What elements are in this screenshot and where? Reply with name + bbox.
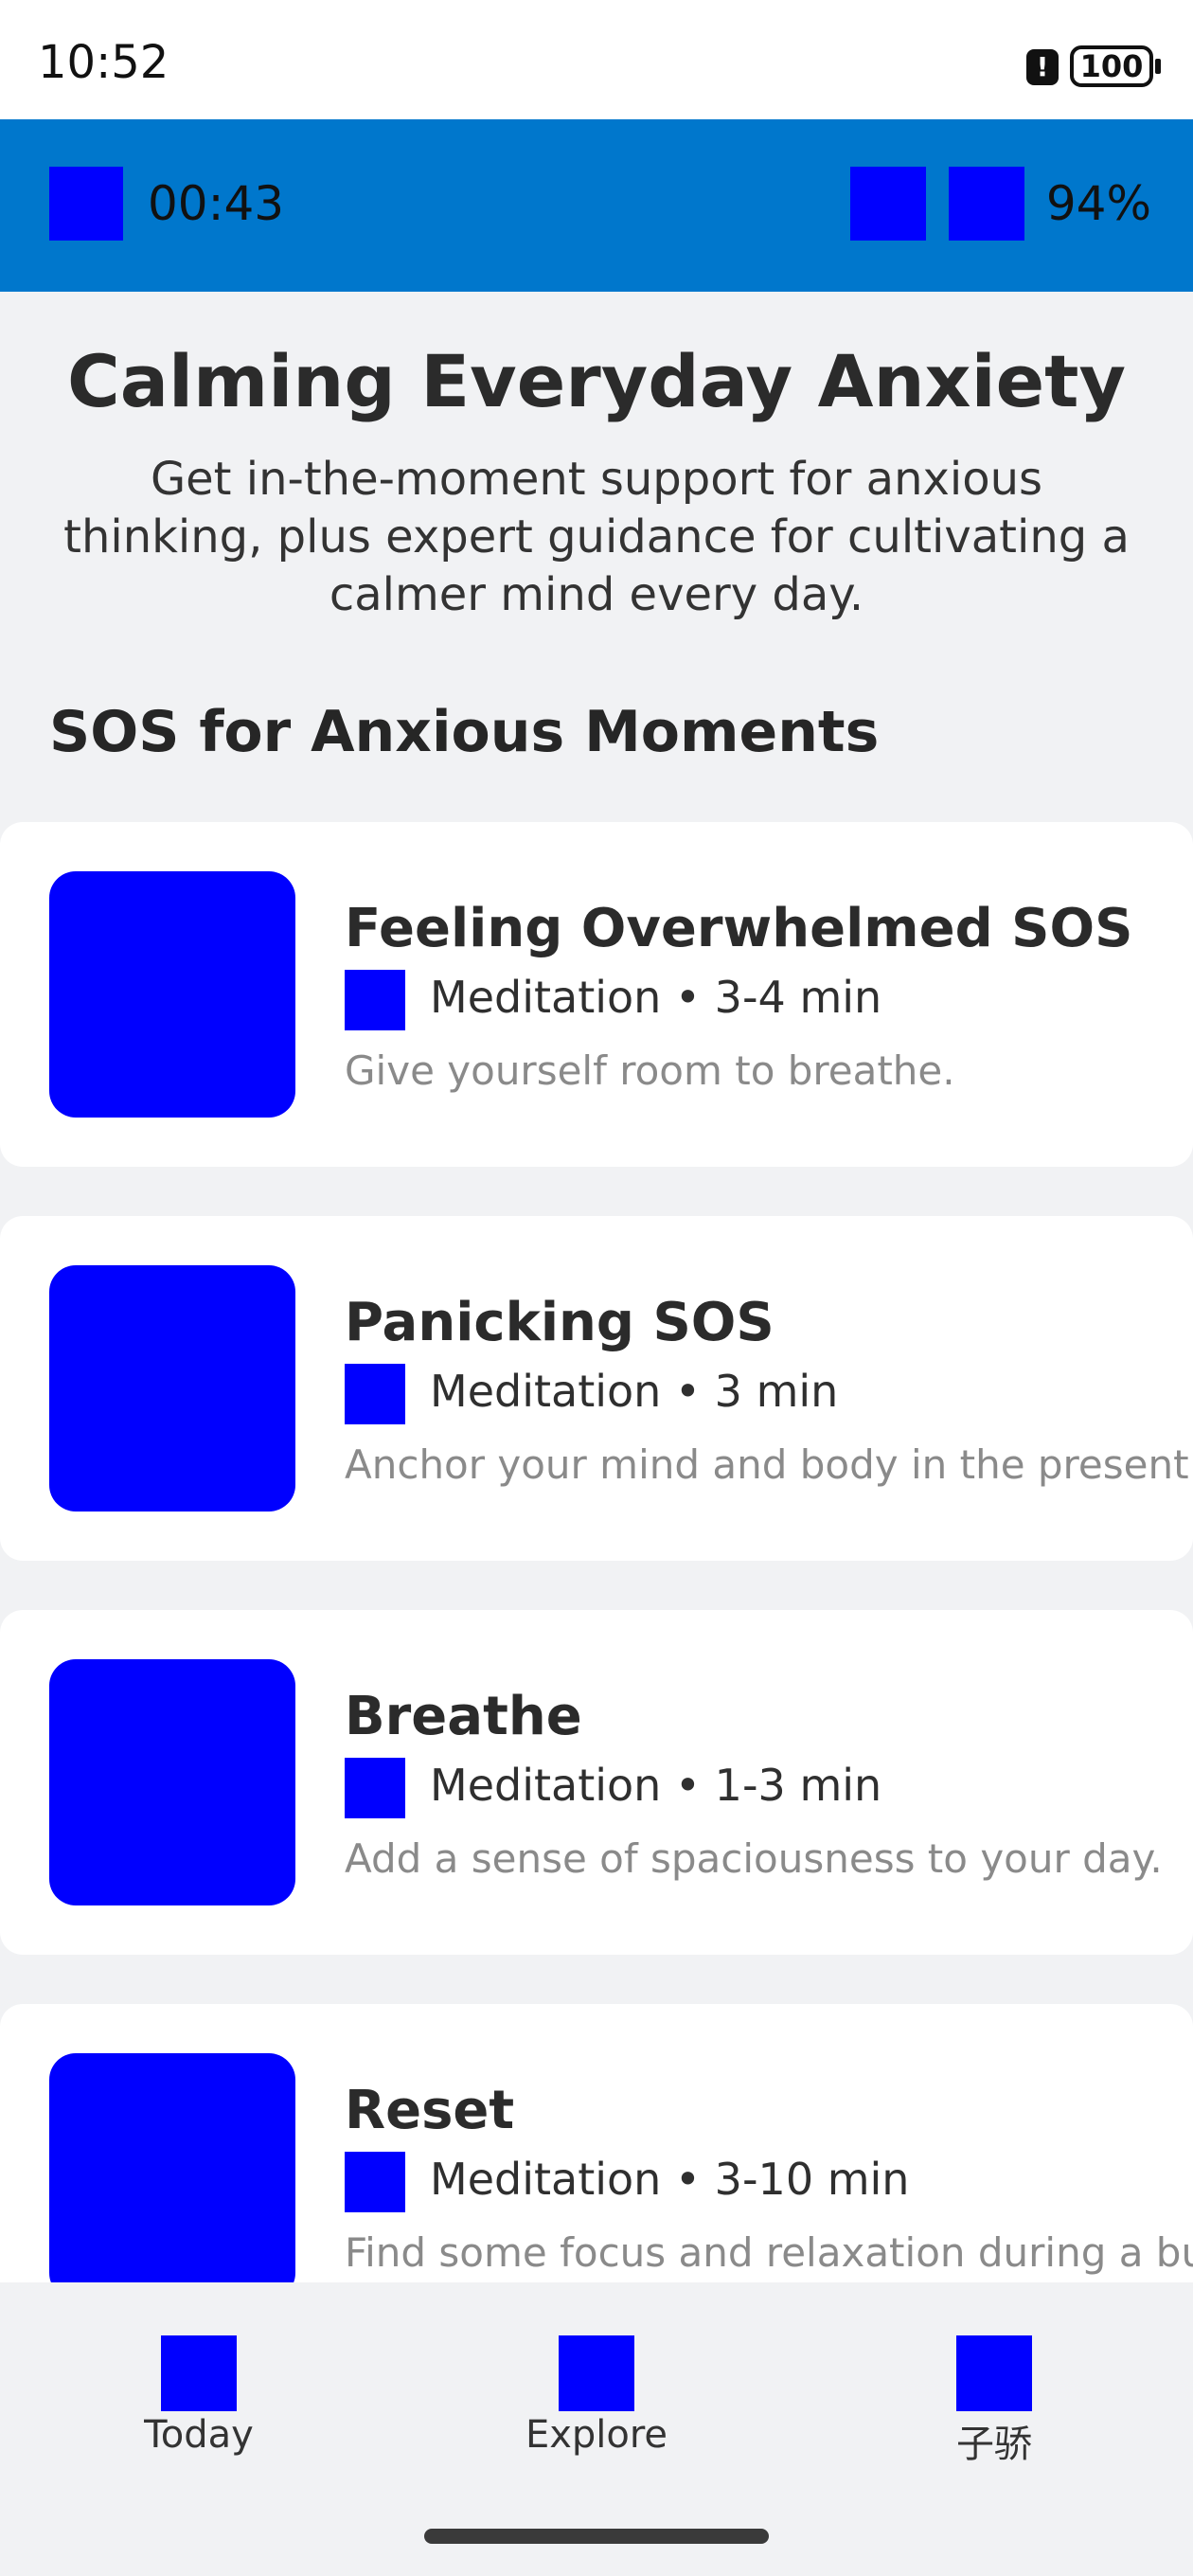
nav-label: Today [144, 2413, 254, 2457]
progress-percent: 94% [1045, 176, 1151, 231]
meditation-icon [345, 1364, 405, 1424]
nav-item-profile[interactable]: 子骄 [871, 2335, 1117, 2466]
meditation-icon [345, 2152, 405, 2212]
card-title: Breathe [345, 1686, 582, 1747]
card-description: Find some focus and relaxation during a … [345, 2229, 1193, 2276]
nav-item-explore[interactable]: Explore [473, 2335, 720, 2459]
today-icon [161, 2335, 237, 2411]
session-card[interactable]: Breathe Meditation • 1-3 min Add a sense… [0, 1610, 1193, 1955]
action-icon-1[interactable] [850, 167, 926, 241]
status-bar: 10:52 ! 100 [0, 0, 1193, 119]
page-title: Calming Everyday Anxiety [66, 339, 1127, 423]
card-meta: Meditation • 1-3 min [430, 1760, 882, 1811]
card-description: Anchor your mind and body in the present… [345, 1441, 1193, 1488]
card-meta: Meditation • 3 min [430, 1366, 839, 1417]
nav-label: Explore [525, 2413, 668, 2457]
card-description: Give yourself room to breathe. [345, 1047, 955, 1094]
card-description: Add a sense of spaciousness to your day. [345, 1835, 1163, 1882]
explore-icon [559, 2335, 634, 2411]
menu-icon[interactable] [49, 167, 123, 241]
session-card[interactable]: Feeling Overwhelmed SOS Meditation • 3-4… [0, 822, 1193, 1167]
card-thumbnail [49, 1265, 295, 1512]
card-meta: Meditation • 3-4 min [430, 972, 882, 1023]
profile-icon [956, 2335, 1032, 2411]
card-title: Panicking SOS [345, 1292, 775, 1353]
page-subtitle: Get in-the-moment support for anxious th… [63, 453, 1130, 621]
meditation-icon [345, 1758, 405, 1818]
nav-item-today[interactable]: Today [76, 2335, 322, 2459]
card-title: Feeling Overwhelmed SOS [345, 898, 1133, 959]
battery-icon: 100 [1070, 45, 1161, 87]
action-icon-2[interactable] [949, 167, 1024, 241]
card-thumbnail [49, 1659, 295, 1905]
app-bar: 00:43 94% [0, 119, 1193, 292]
card-thumbnail [49, 2053, 295, 2299]
meditation-icon [345, 970, 405, 1030]
session-timer: 00:43 [148, 176, 285, 231]
session-card[interactable]: Panicking SOS Meditation • 3 min Anchor … [0, 1216, 1193, 1561]
alert-icon: ! [1026, 49, 1059, 85]
section-title: SOS for Anxious Moments [49, 699, 880, 765]
status-time: 10:52 [38, 36, 169, 89]
card-thumbnail [49, 871, 295, 1118]
card-meta: Meditation • 3-10 min [430, 2154, 910, 2205]
card-title: Reset [345, 2080, 515, 2141]
home-indicator[interactable] [424, 2529, 769, 2544]
nav-label: 子骄 [956, 2423, 1032, 2466]
